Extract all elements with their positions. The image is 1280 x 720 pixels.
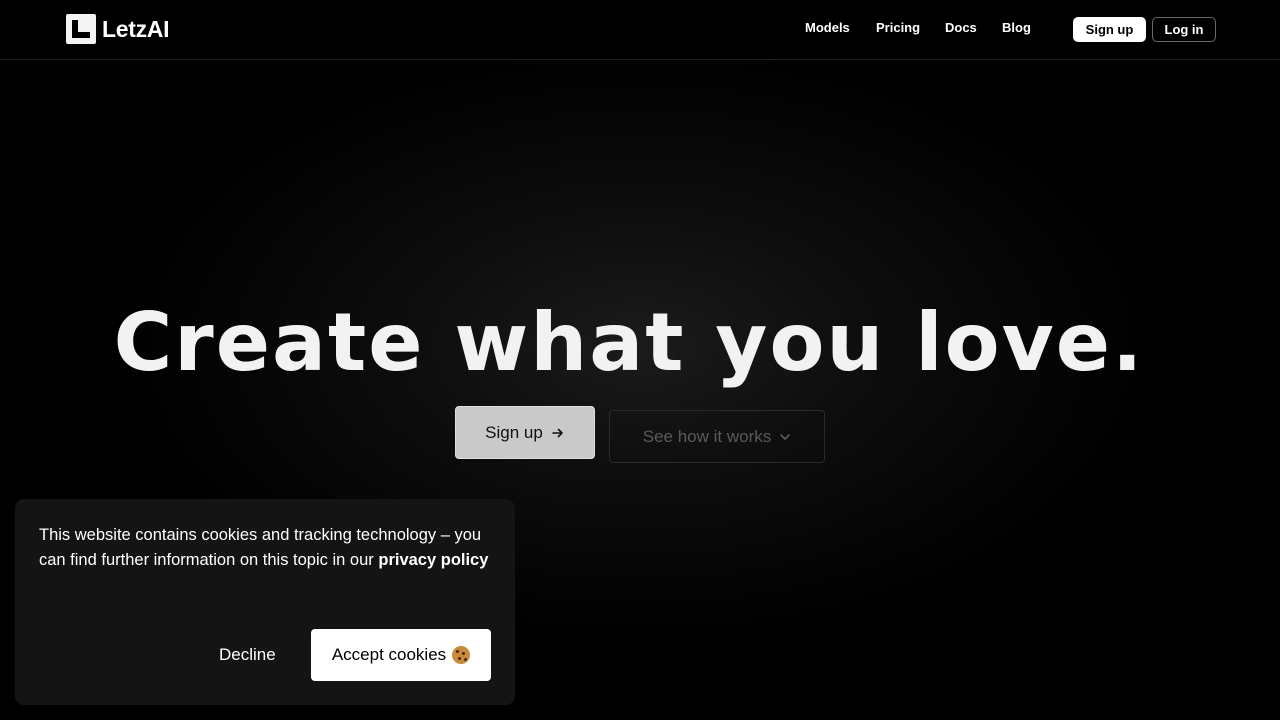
decline-cookies-button[interactable]: Decline <box>219 645 276 665</box>
cookie-banner: This website contains cookies and tracki… <box>15 499 515 705</box>
accept-cookies-button[interactable]: Accept cookies <box>311 629 491 681</box>
accept-label: Accept cookies <box>331 645 447 664</box>
letzai-logo-icon <box>66 14 96 44</box>
arrow-right-icon <box>551 426 565 440</box>
cookie-message: This website contains cookies and tracki… <box>39 523 495 573</box>
hero-title: Create what you love. <box>113 296 1145 389</box>
logo[interactable]: LetzAI <box>66 13 170 45</box>
nav-link-models[interactable]: Models <box>805 20 850 35</box>
decline-label: Decline <box>219 645 276 664</box>
privacy-policy-link[interactable]: privacy policy <box>378 551 488 569</box>
see-how-it-works-button[interactable]: See how it works <box>609 410 825 463</box>
nav-signup-button[interactable]: Sign up <box>1073 17 1146 42</box>
page: LetzAI Models Pricing Docs Blog Sign up … <box>0 0 1280 720</box>
see-how-it-works-label: See how it works <box>642 426 772 446</box>
nav-login-label: Log in <box>1164 22 1204 37</box>
navbar: LetzAI Models Pricing Docs Blog Sign up … <box>0 0 1280 60</box>
nav-link-docs[interactable]: Docs <box>945 20 977 35</box>
logo-text: LetzAI <box>102 15 170 42</box>
nav-login-button[interactable]: Log in <box>1152 17 1216 42</box>
nav-link-blog[interactable]: Blog <box>1002 20 1031 35</box>
cookie-icon <box>452 646 471 664</box>
hero-signup-button[interactable]: Sign up <box>455 406 595 459</box>
nav-link-pricing[interactable]: Pricing <box>876 20 920 35</box>
nav-signup-label: Sign up <box>1085 22 1134 37</box>
chevron-down-icon <box>779 431 791 443</box>
hero-signup-label: Sign up <box>485 422 543 442</box>
